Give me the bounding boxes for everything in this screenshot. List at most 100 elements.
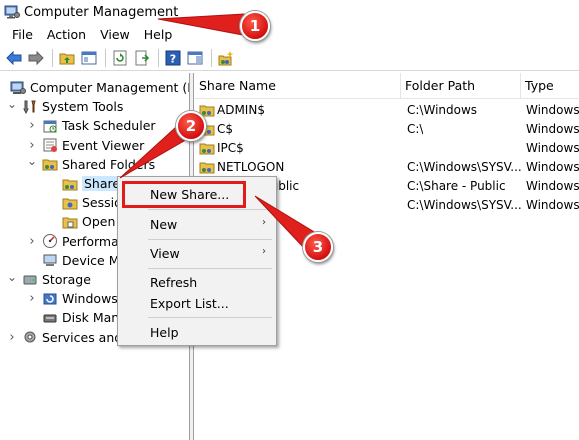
context-menu-separator [148, 317, 272, 318]
table-row[interactable]: NETLOGON C:\Windows\SYSV... Windows [195, 158, 579, 177]
cell-folder-path: C:\ [407, 122, 424, 136]
device-manager-icon [42, 252, 58, 268]
share-folder-icon [199, 140, 215, 159]
table-row[interactable]: ADMIN$ C:\Windows Windows [195, 101, 579, 120]
tree-item[interactable]: Computer Management (Local [6, 78, 189, 97]
tree-item-label: System Tools [42, 99, 124, 115]
up-folder-icon[interactable] [57, 48, 77, 68]
event-viewer-icon [42, 137, 58, 153]
cell-type: Windows [526, 198, 579, 212]
system-tools-icon [22, 99, 38, 115]
column-header-type[interactable]: Type [521, 73, 579, 99]
tree-item[interactable]: ⌄ System Tools [6, 97, 123, 116]
back-icon[interactable] [4, 48, 24, 68]
action-pane-icon[interactable] [185, 48, 205, 68]
cell-folder-path: C:\Windows\SYSV... [407, 198, 522, 212]
show-hide-tree-icon[interactable] [79, 48, 99, 68]
context-menu-view-label: View [150, 245, 180, 261]
toolbar-separator [158, 48, 159, 67]
callout-3: 3 [303, 232, 333, 262]
tree-item[interactable]: ⌄ Shared Folders [26, 154, 156, 174]
context-menu-export-list-label: Export List... [150, 295, 229, 311]
context-menu-new-label: New [150, 216, 178, 232]
column-header-folder-path[interactable]: Folder Path [401, 73, 521, 99]
context-menu-separator [148, 209, 272, 210]
new-share-icon[interactable] [216, 48, 236, 68]
context-menu-refresh[interactable]: Refresh [118, 271, 276, 293]
tree-item[interactable]: ⌄ Storage [6, 270, 91, 289]
context-menu-separator [148, 239, 272, 240]
computer-management-icon [4, 4, 20, 20]
table-row[interactable]: C$ C:\ Windows [195, 120, 579, 139]
collapse-chevron-icon[interactable]: › [6, 330, 18, 345]
cell-share-name: NETLOGON [217, 160, 285, 174]
menu-file[interactable]: File [6, 27, 41, 42]
context-menu-separator [148, 268, 272, 269]
menu-bar: File Action View Help [0, 24, 579, 44]
help-icon[interactable]: ? [163, 48, 183, 68]
context-menu-help[interactable]: Help [118, 321, 276, 343]
cell-folder-path: C:\Windows [407, 103, 478, 117]
column-header-share-name[interactable]: Share Name [195, 73, 401, 99]
performance-icon [42, 233, 58, 249]
tree-item-label: Shared Folders [62, 156, 156, 172]
task-scheduler-icon [42, 118, 58, 134]
open-files-icon [62, 214, 78, 230]
windows-backup-icon [42, 291, 58, 307]
cell-type: Windows [526, 160, 579, 174]
menu-action[interactable]: Action [41, 27, 94, 42]
sessions-icon [62, 195, 78, 211]
submenu-arrow-icon: › [262, 217, 266, 228]
collapse-chevron-icon[interactable]: › [26, 234, 38, 249]
cell-type: Windows [526, 179, 579, 193]
context-menu-help-label: Help [150, 324, 179, 340]
toolbar: ? [0, 45, 579, 71]
context-menu-view[interactable]: View › [118, 242, 276, 264]
export-list-icon[interactable] [132, 48, 152, 68]
collapse-chevron-icon[interactable]: › [26, 138, 38, 153]
submenu-arrow-icon: › [262, 246, 266, 257]
tree-item-label: Computer Management (Local [30, 80, 189, 95]
cell-share-name: IPC$ [217, 141, 244, 155]
services-icon [22, 329, 38, 345]
title-bar: Computer Management [0, 0, 579, 24]
toolbar-separator [105, 48, 106, 67]
menu-help[interactable]: Help [138, 27, 181, 42]
collapse-chevron-icon[interactable]: › [26, 118, 38, 133]
refresh-icon[interactable] [110, 48, 130, 68]
table-row[interactable]: IPC$ Windows [195, 139, 579, 158]
collapse-chevron-icon[interactable]: › [26, 291, 38, 306]
forward-icon[interactable] [26, 48, 46, 68]
expand-chevron-icon[interactable]: ⌄ [6, 97, 18, 111]
cell-folder-path: C:\Windows\SYSV... [407, 160, 522, 174]
context-menu-new[interactable]: New › [118, 213, 276, 235]
storage-icon [22, 272, 38, 288]
cell-type: Windows [526, 141, 579, 155]
tree-item[interactable]: › Event Viewer [26, 136, 144, 155]
expand-chevron-icon[interactable]: ⌄ [26, 154, 38, 168]
computer-management-icon [10, 80, 26, 96]
shares-icon [62, 176, 78, 192]
tree-item-label: Task Scheduler [62, 118, 156, 134]
shared-folders-icon [42, 156, 58, 172]
cell-type: Windows [526, 122, 579, 136]
tree-item[interactable]: › Task Scheduler [26, 116, 156, 135]
callout-1: 1 [240, 11, 270, 41]
svg-text:?: ? [170, 52, 176, 65]
tree-item-label: Event Viewer [62, 137, 145, 153]
window-title: Computer Management [24, 5, 179, 20]
menu-view[interactable]: View [94, 27, 138, 42]
cell-share-name: C$ [217, 122, 234, 136]
disk-management-icon [42, 310, 58, 326]
toolbar-separator [211, 48, 212, 67]
callout-2: 2 [176, 111, 206, 141]
expand-chevron-icon[interactable]: ⌄ [6, 270, 18, 284]
cell-type: Windows [526, 103, 579, 117]
toolbar-separator [52, 48, 53, 67]
cell-share-name: ADMIN$ [217, 103, 265, 117]
context-menu-export-list[interactable]: Export List... [118, 292, 276, 314]
